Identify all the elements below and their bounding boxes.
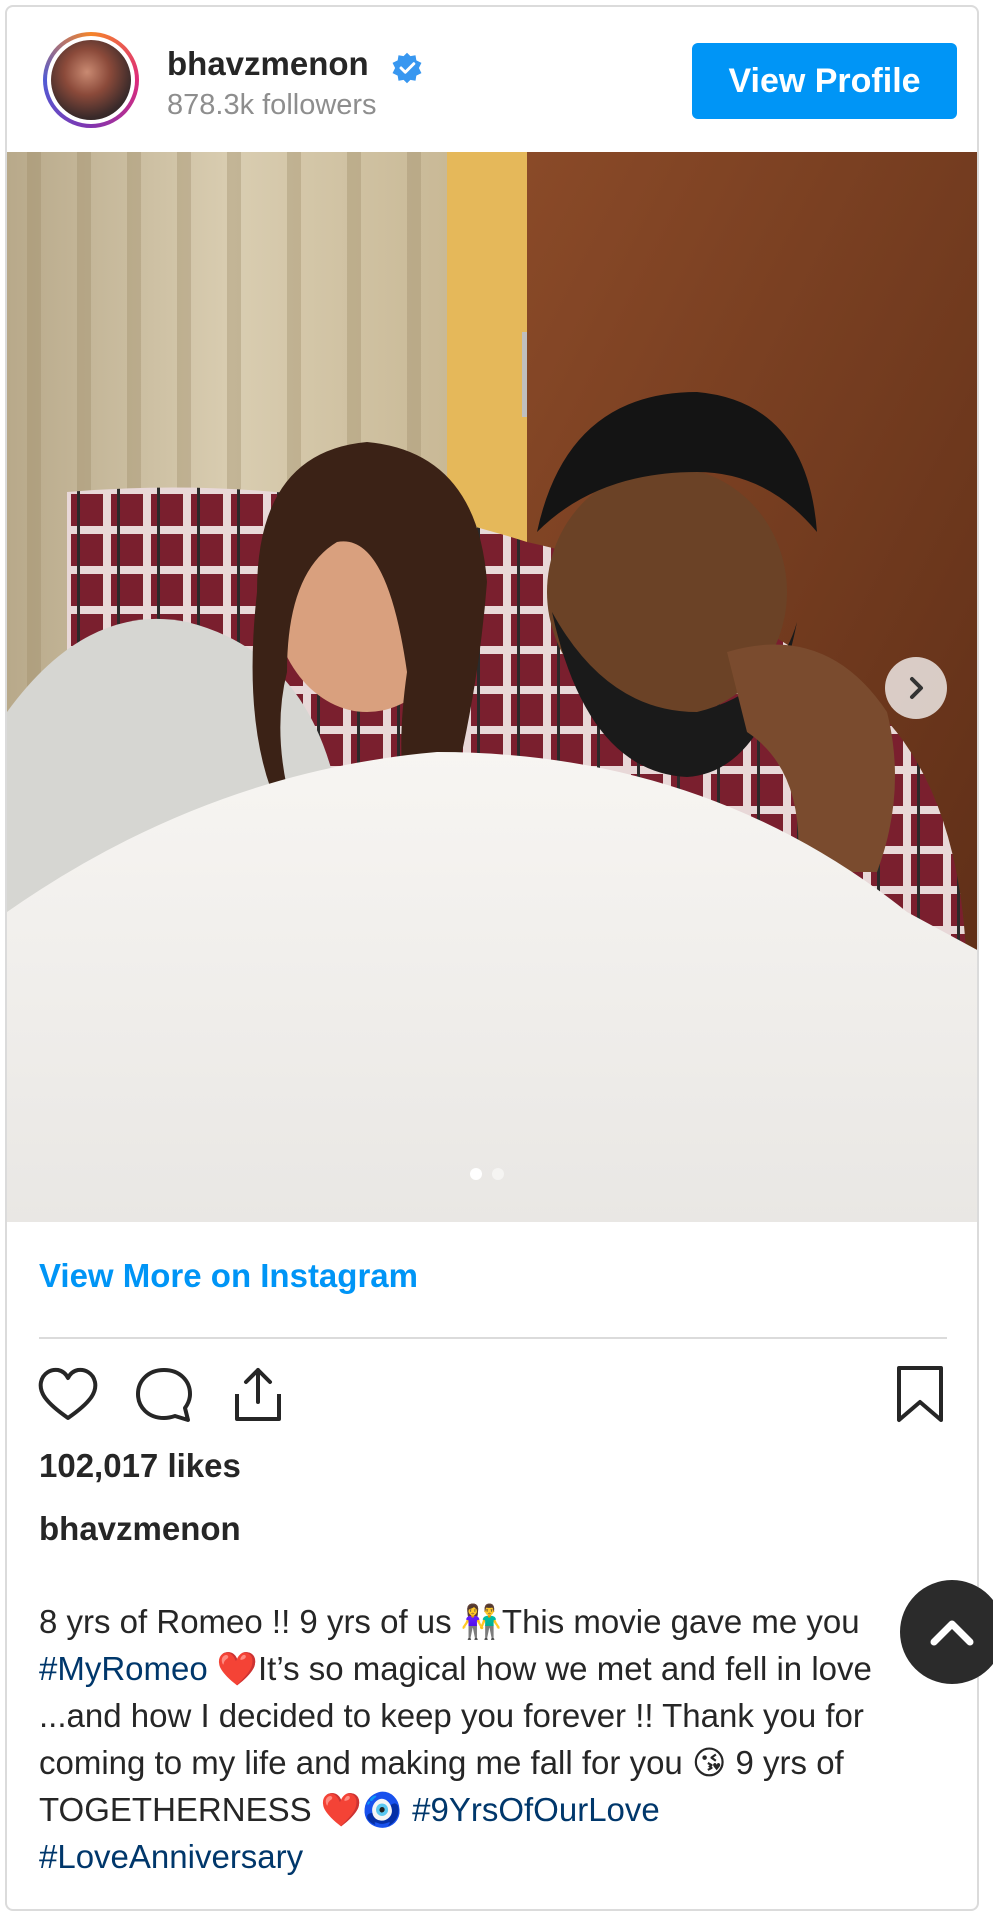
post-image xyxy=(7,152,977,1222)
like-count[interactable]: 102,017 likes xyxy=(39,1447,241,1485)
carousel-dot-2 xyxy=(492,1168,504,1180)
post-photo[interactable] xyxy=(7,152,977,1222)
carousel-dot-1 xyxy=(470,1168,482,1180)
view-profile-button[interactable]: View Profile xyxy=(692,43,957,119)
follower-count: 878.3k followers xyxy=(167,89,377,121)
divider xyxy=(39,1337,947,1339)
heart-evil-eye-emoji: ❤️🧿 xyxy=(320,1791,403,1828)
bookmark-icon[interactable] xyxy=(887,1362,953,1428)
avatar[interactable] xyxy=(43,32,139,128)
avatar-image xyxy=(51,40,131,120)
hashtag-loveanniversary[interactable]: #LoveAnniversary xyxy=(39,1838,303,1875)
chevron-up-icon xyxy=(930,1620,974,1646)
chevron-right-icon xyxy=(910,677,923,699)
post-header: bhavzmenon 878.3k followers View Profile xyxy=(7,7,977,152)
caption-text: 8 yrs of Romeo !! 9 yrs of us xyxy=(39,1603,461,1640)
username[interactable]: bhavzmenon xyxy=(167,45,369,83)
caption-text: This movie gave me you xyxy=(501,1603,860,1640)
hashtag-myromeo[interactable]: #MyRomeo xyxy=(39,1650,208,1687)
heart-icon[interactable] xyxy=(35,1362,101,1428)
couple-emoji: 👫 xyxy=(460,1603,502,1640)
carousel-next-button[interactable] xyxy=(885,657,947,719)
share-icon[interactable] xyxy=(225,1362,291,1428)
carousel-indicator xyxy=(470,1168,504,1180)
caption-username[interactable]: bhavzmenon xyxy=(39,1510,241,1548)
post-caption: 8 yrs of Romeo !! 9 yrs of us 👫This movi… xyxy=(39,1598,959,1880)
scroll-to-top-button[interactable] xyxy=(900,1580,993,1684)
hashtag-9yrsofourlove[interactable]: #9YrsOfOurLove xyxy=(403,1791,660,1828)
heart-emoji: ❤️ xyxy=(207,1650,258,1687)
instagram-embed-card: bhavzmenon 878.3k followers View Profile xyxy=(5,5,979,1911)
comment-icon[interactable] xyxy=(131,1362,197,1428)
kiss-emoji: 😘 xyxy=(691,1744,727,1781)
view-more-link[interactable]: View More on Instagram xyxy=(39,1257,418,1295)
verified-badge-icon xyxy=(392,52,422,84)
